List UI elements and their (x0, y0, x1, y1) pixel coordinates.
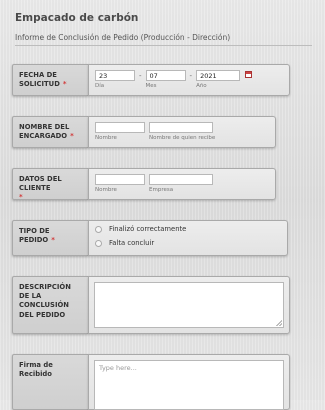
cliente-nombre-input[interactable] (95, 174, 145, 185)
date-separator: - (139, 72, 142, 80)
cliente-nombre-sublabel: Nombre (95, 187, 117, 193)
required-marker: * (51, 236, 55, 245)
nombre-encargado-row: NOMBRE DEL ENCARGADO * Nombre Nombre de q… (12, 116, 276, 148)
nombre-encargado-label: NOMBRE DEL ENCARGADO * (12, 116, 88, 148)
date-separator: - (189, 72, 193, 80)
calendar-icon[interactable] (245, 71, 253, 78)
day-input[interactable] (95, 70, 135, 81)
header-divider (15, 45, 312, 46)
firma-label: Firma de Recibido (12, 354, 88, 410)
empresa-input[interactable] (149, 174, 213, 185)
descripcion-row: DESCRIPCIÓN DE LA CONCLUSIÓN DEL PEDIDO (12, 276, 290, 334)
firma-row: Firma de Recibido Type here... (12, 354, 290, 410)
descripcion-field (88, 276, 290, 334)
form-subtitle: Informe de Conclusión de Pedido (Producc… (15, 33, 231, 42)
radio-button[interactable] (95, 225, 102, 233)
required-marker: * (62, 80, 67, 89)
year-input[interactable] (196, 70, 241, 81)
descripcion-label: DESCRIPCIÓN DE LA CONCLUSIÓN DEL PEDIDO (12, 276, 88, 334)
datos-cliente-field: Nombre Empresa (88, 168, 276, 200)
resize-grip-icon[interactable] (276, 320, 282, 326)
form-header: Empacado de carbón Informe de Conclusión… (15, 12, 315, 42)
day-sublabel: Día (95, 83, 105, 89)
empresa-sublabel: Empresa (149, 187, 174, 193)
fecha-solicitud-label: FECHA DE SOLICITUD * (12, 64, 88, 96)
nombre-input[interactable] (95, 122, 145, 133)
descripcion-textarea[interactable] (94, 282, 284, 328)
form-title: Empacado de carbón (15, 12, 139, 24)
year-sublabel: Año (196, 83, 207, 89)
nombre-sublabel: Nombre (95, 135, 117, 141)
required-marker: * (19, 193, 23, 202)
tipo-pedido-field: Finalizó correctamente Falta concluir (88, 220, 288, 256)
radio-option-falta[interactable]: Falta concluir (95, 239, 281, 247)
nombre-encargado-field: Nombre Nombre de quien recibe (88, 116, 276, 148)
firma-textarea[interactable]: Type here... (94, 360, 284, 410)
firma-field: Type here... (88, 354, 290, 410)
fecha-solicitud-row: FECHA DE SOLICITUD* Día - Mes - Año (12, 64, 290, 96)
nombre-recibe-input[interactable] (149, 122, 213, 133)
tipo-pedido-label: TIPO DE PEDIDO * (12, 220, 88, 256)
month-sublabel: Mes (145, 83, 157, 89)
tipo-pedido-row: TIPO DE PEDIDO * Finalizó correctamente F… (12, 220, 288, 256)
datos-cliente-row: DATOS DEL CLIENTE * Nombre Empresa (12, 168, 276, 202)
radio-button[interactable] (95, 239, 102, 247)
radio-option-finalizo[interactable]: Finalizó correctamente (95, 225, 281, 233)
datos-cliente-label: DATOS DEL CLIENTE * (12, 168, 88, 202)
nombre-recibe-sublabel: Nombre de quien recibe (149, 135, 216, 141)
required-marker: * (70, 132, 74, 141)
month-input[interactable] (145, 70, 186, 81)
fecha-solicitud-field: Día - Mes - Año (88, 64, 290, 96)
